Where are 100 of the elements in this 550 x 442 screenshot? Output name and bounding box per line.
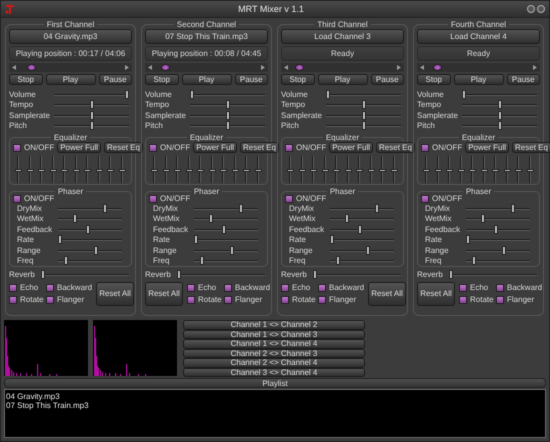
reset-all-button[interactable]: Reset All	[96, 282, 134, 306]
equalizer-slider[interactable]	[390, 156, 398, 183]
slider-thumb[interactable]	[162, 168, 170, 172]
right-arrow-icon[interactable]	[261, 65, 265, 70]
slider-thumb[interactable]	[504, 168, 511, 172]
equalizer-slider[interactable]	[107, 156, 114, 183]
slider-thumb[interactable]	[515, 168, 522, 172]
slider-thumb[interactable]	[194, 235, 198, 244]
slider-thumb[interactable]	[151, 168, 158, 172]
checkbox[interactable]: ON/OFF	[149, 194, 190, 203]
slider[interactable]	[449, 270, 537, 279]
checkbox[interactable]: ON/OFF	[421, 194, 462, 203]
slider-thumb[interactable]	[186, 168, 193, 172]
equalizer-slider[interactable]	[151, 156, 158, 183]
position-scrollbar[interactable]	[9, 63, 132, 72]
transport-button[interactable]: Play	[182, 74, 232, 85]
equalizer-slider[interactable]	[118, 156, 126, 183]
checkbox[interactable]: Backward	[46, 283, 92, 292]
slider-thumb[interactable]	[336, 256, 340, 266]
slider-thumb[interactable]	[492, 168, 500, 172]
slider-thumb[interactable]	[226, 100, 230, 110]
slider-thumb[interactable]	[345, 214, 349, 224]
checkbox[interactable]: ON/OFF	[421, 143, 462, 152]
checkbox[interactable]: ON/OFF	[13, 194, 54, 203]
equalizer-slider[interactable]	[492, 156, 500, 183]
checkbox[interactable]: Flanger	[318, 295, 364, 304]
slider-thumb[interactable]	[423, 168, 430, 172]
slider-thumb[interactable]	[90, 100, 94, 110]
slider-thumb[interactable]	[498, 110, 502, 120]
reset-eq-button[interactable]: Reset Eq	[104, 142, 143, 153]
equalizer-slider[interactable]	[232, 156, 239, 183]
slider-thumb[interactable]	[26, 168, 34, 172]
load-track-button[interactable]: 07 Stop This Train.mp3	[145, 29, 268, 44]
transport-button[interactable]: Stop	[9, 74, 42, 85]
equalizer-slider[interactable]	[356, 156, 364, 183]
power-full-button[interactable]: Power Full	[329, 142, 374, 153]
power-full-button[interactable]: Power Full	[57, 142, 102, 153]
right-arrow-icon[interactable]	[397, 65, 401, 70]
slider-thumb[interactable]	[390, 168, 398, 172]
slider-thumb[interactable]	[174, 168, 182, 172]
equalizer-slider[interactable]	[469, 156, 476, 183]
equalizer-slider[interactable]	[379, 156, 386, 183]
equalizer-slider[interactable]	[197, 156, 204, 183]
transport-button[interactable]: Stop	[281, 74, 314, 85]
slider-thumb[interactable]	[222, 224, 226, 234]
slider-thumb[interactable]	[330, 235, 334, 244]
crossfade-button[interactable]: Channel 3 <> Channel 4	[183, 368, 365, 377]
transport-button[interactable]: Play	[46, 74, 96, 85]
crossfade-button[interactable]: Channel 1 <> Channel 3	[183, 330, 365, 339]
transport-button[interactable]: Pause	[98, 74, 132, 85]
slider-thumb[interactable]	[481, 214, 485, 224]
checkbox[interactable]: Backward	[224, 283, 270, 292]
slider-thumb[interactable]	[177, 270, 181, 279]
slider-thumb[interactable]	[511, 204, 515, 213]
slider-thumb[interactable]	[58, 235, 62, 244]
slider-thumb[interactable]	[243, 168, 250, 172]
slider-thumb[interactable]	[379, 168, 386, 172]
checkbox[interactable]: Echo	[9, 283, 43, 292]
slider-thumb[interactable]	[298, 168, 306, 172]
power-full-button[interactable]: Power Full	[465, 142, 510, 153]
slider-thumb[interactable]	[449, 270, 453, 279]
slider-thumb[interactable]	[86, 224, 90, 234]
equalizer-slider[interactable]	[423, 156, 430, 183]
transport-button[interactable]: Pause	[234, 74, 268, 85]
checkbox[interactable]: ON/OFF	[285, 194, 326, 203]
load-track-button[interactable]: 04 Gravity.mp3	[9, 29, 132, 44]
reset-eq-button[interactable]: Reset Eq	[240, 142, 279, 153]
transport-button[interactable]: Play	[318, 74, 368, 85]
checkbox[interactable]: Flanger	[224, 295, 270, 304]
equalizer-slider[interactable]	[368, 156, 375, 183]
equalizer-slider[interactable]	[243, 156, 250, 183]
reset-all-button[interactable]: Reset All	[417, 282, 455, 306]
equalizer-slider[interactable]	[26, 156, 34, 183]
crossfade-button[interactable]: Channel 1 <> Channel 2	[183, 320, 365, 330]
slider[interactable]	[41, 270, 129, 279]
slider-thumb[interactable]	[498, 100, 502, 110]
equalizer-slider[interactable]	[322, 156, 329, 183]
slider-thumb[interactable]	[458, 168, 465, 172]
slider-thumb[interactable]	[446, 168, 454, 172]
slider-thumb[interactable]	[313, 270, 317, 279]
left-arrow-icon[interactable]	[148, 65, 152, 70]
checkbox[interactable]: Rotate	[459, 295, 493, 304]
slider-thumb[interactable]	[125, 90, 129, 99]
slider-thumb[interactable]	[466, 235, 470, 244]
equalizer-slider[interactable]	[162, 156, 170, 183]
equalizer-slider[interactable]	[344, 156, 352, 183]
equalizer-slider[interactable]	[480, 156, 488, 183]
slider-thumb[interactable]	[84, 168, 92, 172]
slider-thumb[interactable]	[322, 168, 329, 172]
slider-thumb[interactable]	[326, 90, 330, 99]
slider-thumb[interactable]	[209, 214, 213, 224]
crossfade-button[interactable]: Channel 2 <> Channel 4	[183, 358, 365, 368]
reset-all-button[interactable]: Reset All	[368, 282, 406, 306]
slider-thumb[interactable]	[72, 168, 80, 172]
slider-thumb[interactable]	[344, 168, 352, 172]
slider-thumb[interactable]	[310, 168, 318, 172]
slider-thumb[interactable]	[232, 168, 239, 172]
transport-button[interactable]: Pause	[370, 74, 404, 85]
slider-thumb[interactable]	[333, 168, 340, 172]
equalizer-slider[interactable]	[50, 156, 57, 183]
